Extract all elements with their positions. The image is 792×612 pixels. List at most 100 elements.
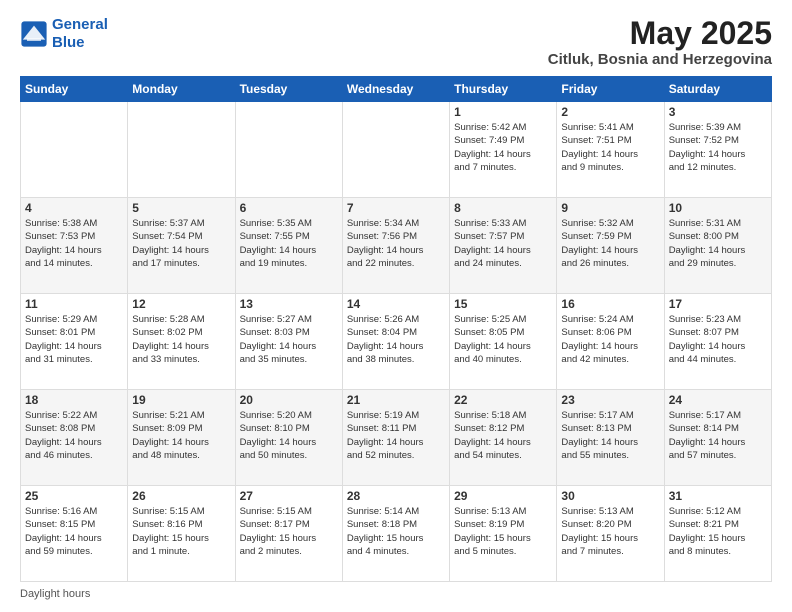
calendar-cell: 24 Sunrise: 5:17 AM Sunset: 8:14 PM Dayli… bbox=[664, 390, 771, 486]
day-number: 7 bbox=[347, 201, 445, 215]
day-number: 25 bbox=[25, 489, 123, 503]
day-info: Sunrise: 5:13 AM Sunset: 8:19 PM Dayligh… bbox=[454, 505, 552, 558]
day-number: 4 bbox=[25, 201, 123, 215]
calendar-cell: 25 Sunrise: 5:16 AM Sunset: 8:15 PM Dayli… bbox=[21, 486, 128, 582]
calendar-header: SundayMondayTuesdayWednesdayThursdayFrid… bbox=[21, 77, 772, 102]
day-info: Sunrise: 5:14 AM Sunset: 8:18 PM Dayligh… bbox=[347, 505, 445, 558]
day-number: 8 bbox=[454, 201, 552, 215]
day-number: 20 bbox=[240, 393, 338, 407]
day-info: Sunrise: 5:19 AM Sunset: 8:11 PM Dayligh… bbox=[347, 409, 445, 462]
calendar-cell: 13Sunrise: 5:27 AM Sunset: 8:03 PM Dayli… bbox=[235, 294, 342, 390]
calendar-cell: 29 Sunrise: 5:13 AM Sunset: 8:19 PM Dayli… bbox=[450, 486, 557, 582]
calendar-cell: 2Sunrise: 5:41 AM Sunset: 7:51 PM Daylig… bbox=[557, 102, 664, 198]
calendar-cell: 6Sunrise: 5:35 AM Sunset: 7:55 PM Daylig… bbox=[235, 198, 342, 294]
calendar-cell: 7 Sunrise: 5:34 AM Sunset: 7:56 PM Daylig… bbox=[342, 198, 449, 294]
calendar-cell: 30Sunrise: 5:13 AM Sunset: 8:20 PM Dayli… bbox=[557, 486, 664, 582]
day-number: 15 bbox=[454, 297, 552, 311]
day-info: Sunrise: 5:17 AM Sunset: 8:14 PM Dayligh… bbox=[669, 409, 767, 462]
calendar-cell: 15 Sunrise: 5:25 AM Sunset: 8:05 PM Dayli… bbox=[450, 294, 557, 390]
day-number: 28 bbox=[347, 489, 445, 503]
header-row: SundayMondayTuesdayWednesdayThursdayFrid… bbox=[21, 77, 772, 102]
day-info: Sunrise: 5:22 AM Sunset: 8:08 PM Dayligh… bbox=[25, 409, 123, 462]
subtitle: Citluk, Bosnia and Herzegovina bbox=[548, 51, 772, 68]
day-number: 1 bbox=[454, 105, 552, 119]
header-cell-monday: Monday bbox=[128, 77, 235, 102]
week-row-5: 25 Sunrise: 5:16 AM Sunset: 8:15 PM Dayli… bbox=[21, 486, 772, 582]
calendar-cell: 5Sunrise: 5:37 AM Sunset: 7:54 PM Daylig… bbox=[128, 198, 235, 294]
calendar-cell: 20 Sunrise: 5:20 AM Sunset: 8:10 PM Dayli… bbox=[235, 390, 342, 486]
day-info: Sunrise: 5:34 AM Sunset: 7:56 PM Dayligh… bbox=[347, 217, 445, 270]
day-number: 30 bbox=[561, 489, 659, 503]
calendar-cell: 27 Sunrise: 5:15 AM Sunset: 8:17 PM Dayli… bbox=[235, 486, 342, 582]
calendar-cell: 28 Sunrise: 5:14 AM Sunset: 8:18 PM Dayli… bbox=[342, 486, 449, 582]
header-cell-wednesday: Wednesday bbox=[342, 77, 449, 102]
day-number: 2 bbox=[561, 105, 659, 119]
week-row-2: 4 Sunrise: 5:38 AM Sunset: 7:53 PM Daylig… bbox=[21, 198, 772, 294]
day-info: Sunrise: 5:38 AM Sunset: 7:53 PM Dayligh… bbox=[25, 217, 123, 270]
calendar-cell: 12 Sunrise: 5:28 AM Sunset: 8:02 PM Dayli… bbox=[128, 294, 235, 390]
logo-icon bbox=[20, 20, 48, 48]
day-info: Sunrise: 5:16 AM Sunset: 8:15 PM Dayligh… bbox=[25, 505, 123, 558]
calendar-cell: 3 Sunrise: 5:39 AM Sunset: 7:52 PM Daylig… bbox=[664, 102, 771, 198]
day-info: Sunrise: 5:29 AM Sunset: 8:01 PM Dayligh… bbox=[25, 313, 123, 366]
day-info: Sunrise: 5:23 AM Sunset: 8:07 PM Dayligh… bbox=[669, 313, 767, 366]
day-info: Sunrise: 5:39 AM Sunset: 7:52 PM Dayligh… bbox=[669, 121, 767, 174]
day-number: 3 bbox=[669, 105, 767, 119]
day-number: 23 bbox=[561, 393, 659, 407]
calendar-cell: 19 Sunrise: 5:21 AM Sunset: 8:09 PM Dayli… bbox=[128, 390, 235, 486]
day-info: Sunrise: 5:21 AM Sunset: 8:09 PM Dayligh… bbox=[132, 409, 230, 462]
day-info: Sunrise: 5:25 AM Sunset: 8:05 PM Dayligh… bbox=[454, 313, 552, 366]
footer-label: Daylight hours bbox=[20, 588, 90, 600]
day-number: 17 bbox=[669, 297, 767, 311]
header-cell-sunday: Sunday bbox=[21, 77, 128, 102]
day-number: 27 bbox=[240, 489, 338, 503]
day-info: Sunrise: 5:26 AM Sunset: 8:04 PM Dayligh… bbox=[347, 313, 445, 366]
main-title: May 2025 bbox=[548, 16, 772, 51]
day-info: Sunrise: 5:24 AM Sunset: 8:06 PM Dayligh… bbox=[561, 313, 659, 366]
calendar-cell: 10 Sunrise: 5:31 AM Sunset: 8:00 PM Dayli… bbox=[664, 198, 771, 294]
day-info: Sunrise: 5:18 AM Sunset: 8:12 PM Dayligh… bbox=[454, 409, 552, 462]
calendar-cell: 14Sunrise: 5:26 AM Sunset: 8:04 PM Dayli… bbox=[342, 294, 449, 390]
week-row-4: 18 Sunrise: 5:22 AM Sunset: 8:08 PM Dayli… bbox=[21, 390, 772, 486]
header: General Blue May 2025 Citluk, Bosnia and… bbox=[20, 16, 772, 68]
calendar-cell bbox=[21, 102, 128, 198]
day-info: Sunrise: 5:28 AM Sunset: 8:02 PM Dayligh… bbox=[132, 313, 230, 366]
calendar-cell: 26 Sunrise: 5:15 AM Sunset: 8:16 PM Dayli… bbox=[128, 486, 235, 582]
day-number: 13 bbox=[240, 297, 338, 311]
day-info: Sunrise: 5:33 AM Sunset: 7:57 PM Dayligh… bbox=[454, 217, 552, 270]
page: General Blue May 2025 Citluk, Bosnia and… bbox=[0, 0, 792, 612]
day-number: 12 bbox=[132, 297, 230, 311]
day-info: Sunrise: 5:15 AM Sunset: 8:17 PM Dayligh… bbox=[240, 505, 338, 558]
day-number: 9 bbox=[561, 201, 659, 215]
calendar-cell: 16Sunrise: 5:24 AM Sunset: 8:06 PM Dayli… bbox=[557, 294, 664, 390]
calendar-cell: 11Sunrise: 5:29 AM Sunset: 8:01 PM Dayli… bbox=[21, 294, 128, 390]
day-info: Sunrise: 5:31 AM Sunset: 8:00 PM Dayligh… bbox=[669, 217, 767, 270]
calendar-cell bbox=[128, 102, 235, 198]
footer: Daylight hours bbox=[20, 588, 772, 600]
day-info: Sunrise: 5:15 AM Sunset: 8:16 PM Dayligh… bbox=[132, 505, 230, 558]
day-info: Sunrise: 5:20 AM Sunset: 8:10 PM Dayligh… bbox=[240, 409, 338, 462]
calendar-cell: 17 Sunrise: 5:23 AM Sunset: 8:07 PM Dayli… bbox=[664, 294, 771, 390]
day-number: 18 bbox=[25, 393, 123, 407]
logo-general: General bbox=[52, 16, 108, 33]
day-info: Sunrise: 5:32 AM Sunset: 7:59 PM Dayligh… bbox=[561, 217, 659, 270]
calendar-cell: 1 Sunrise: 5:42 AM Sunset: 7:49 PM Daylig… bbox=[450, 102, 557, 198]
header-cell-thursday: Thursday bbox=[450, 77, 557, 102]
calendar-cell: 31Sunrise: 5:12 AM Sunset: 8:21 PM Dayli… bbox=[664, 486, 771, 582]
day-number: 21 bbox=[347, 393, 445, 407]
calendar-cell: 23Sunrise: 5:17 AM Sunset: 8:13 PM Dayli… bbox=[557, 390, 664, 486]
calendar-cell: 21 Sunrise: 5:19 AM Sunset: 8:11 PM Dayli… bbox=[342, 390, 449, 486]
calendar-cell: 8 Sunrise: 5:33 AM Sunset: 7:57 PM Daylig… bbox=[450, 198, 557, 294]
day-number: 26 bbox=[132, 489, 230, 503]
day-number: 19 bbox=[132, 393, 230, 407]
day-info: Sunrise: 5:42 AM Sunset: 7:49 PM Dayligh… bbox=[454, 121, 552, 174]
day-number: 24 bbox=[669, 393, 767, 407]
week-row-3: 11Sunrise: 5:29 AM Sunset: 8:01 PM Dayli… bbox=[21, 294, 772, 390]
day-number: 10 bbox=[669, 201, 767, 215]
calendar-cell: 22 Sunrise: 5:18 AM Sunset: 8:12 PM Dayli… bbox=[450, 390, 557, 486]
day-number: 22 bbox=[454, 393, 552, 407]
calendar-cell bbox=[235, 102, 342, 198]
day-info: Sunrise: 5:12 AM Sunset: 8:21 PM Dayligh… bbox=[669, 505, 767, 558]
logo-text: General Blue bbox=[52, 16, 108, 52]
day-number: 29 bbox=[454, 489, 552, 503]
